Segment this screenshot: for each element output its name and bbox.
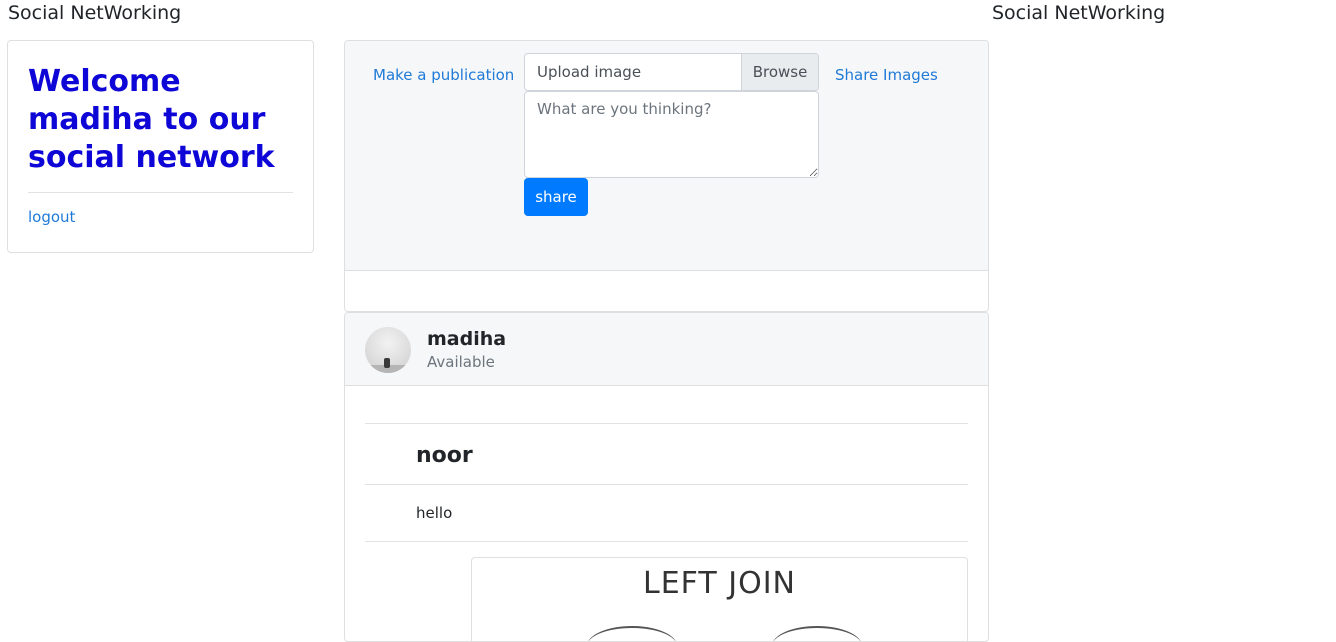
make-publication-link[interactable]: Make a publication bbox=[373, 66, 514, 84]
share-button[interactable]: share bbox=[524, 178, 588, 216]
divider bbox=[365, 541, 968, 542]
publication-card: Make a publication Upload image Browse S… bbox=[344, 40, 989, 312]
share-images-link[interactable]: Share Images bbox=[835, 66, 938, 84]
browse-button[interactable]: Browse bbox=[741, 54, 818, 90]
comment-author: noor bbox=[416, 443, 473, 468]
brand-right: Social NetWorking bbox=[992, 2, 1166, 24]
welcome-card: Welcome madiha to our social network log… bbox=[7, 40, 314, 253]
welcome-title: Welcome madiha to our social network bbox=[28, 64, 275, 175]
logout-link[interactable]: logout bbox=[28, 208, 75, 226]
thinking-textarea[interactable] bbox=[524, 91, 819, 178]
divider bbox=[365, 423, 968, 424]
post-username[interactable]: madiha bbox=[427, 328, 506, 350]
post-image[interactable]: LEFT JOIN bbox=[471, 557, 968, 641]
welcome-divider bbox=[28, 192, 293, 193]
venn-circle-right bbox=[772, 626, 862, 641]
post-card: madiha Available noor hello LEFT JOIN bbox=[344, 312, 989, 642]
image-caption: LEFT JOIN bbox=[642, 566, 796, 601]
avatar-figure bbox=[384, 358, 390, 368]
brand-left: Social NetWorking bbox=[8, 2, 182, 24]
publication-form-area: Make a publication Upload image Browse S… bbox=[345, 41, 988, 271]
upload-image-input[interactable]: Upload image Browse bbox=[524, 53, 819, 91]
divider bbox=[365, 484, 968, 485]
post-header: madiha Available bbox=[345, 313, 988, 386]
avatar[interactable] bbox=[365, 327, 411, 373]
venn-circle-left bbox=[587, 626, 677, 641]
upload-image-label: Upload image bbox=[537, 63, 642, 81]
post-status: Available bbox=[427, 353, 495, 371]
comment-text: hello bbox=[416, 504, 453, 522]
